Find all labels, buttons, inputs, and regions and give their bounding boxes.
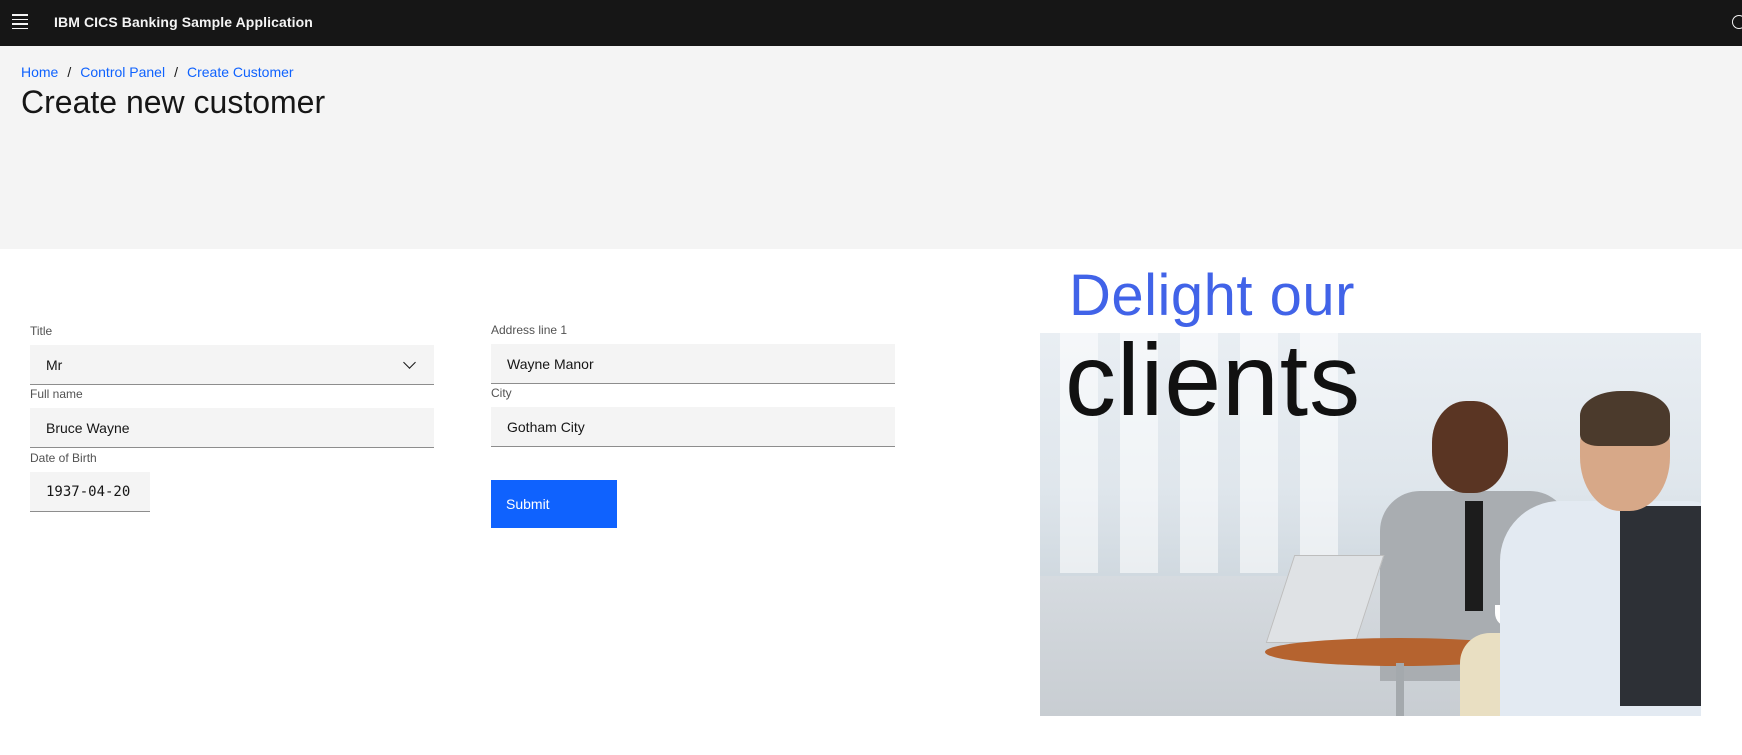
date-of-birth-input[interactable]: 1937-04-20	[30, 472, 150, 512]
address-line-1-field: Address line 1 Wayne Manor	[491, 323, 895, 384]
date-of-birth-label: Date of Birth	[30, 451, 97, 465]
breadcrumb-control-panel[interactable]: Control Panel	[80, 64, 165, 80]
title-select-value: Mr	[46, 356, 63, 373]
breadcrumb: Home / Control Panel / Create Customer	[21, 64, 294, 80]
address-line-1-label: Address line 1	[491, 323, 568, 337]
breadcrumb-home[interactable]: Home	[21, 64, 58, 80]
chevron-down-icon	[403, 356, 416, 369]
top-header: IBM CICS Banking Sample Application	[0, 0, 1742, 46]
full-name-input[interactable]: Bruce Wayne	[30, 408, 434, 448]
page-banner: Home / Control Panel / Create Customer C…	[0, 46, 1742, 249]
full-name-label: Full name	[30, 387, 83, 401]
breadcrumb-separator: /	[67, 64, 72, 80]
city-field: City Gotham City	[491, 386, 895, 447]
title-field: Title Mr	[30, 324, 434, 385]
hamburger-menu-icon[interactable]	[12, 14, 30, 32]
city-label: City	[491, 386, 512, 400]
submit-button[interactable]: Submit	[491, 480, 617, 528]
breadcrumb-separator: /	[174, 64, 178, 80]
hero-heading-line-1: Delight our	[1069, 263, 1355, 328]
app-title[interactable]: IBM CICS Banking Sample Application	[54, 14, 313, 30]
search-icon[interactable]	[1732, 15, 1742, 29]
address-line-1-input[interactable]: Wayne Manor	[491, 344, 895, 384]
full-name-field: Full name Bruce Wayne	[30, 387, 434, 448]
title-select[interactable]: Mr	[30, 345, 434, 385]
city-input[interactable]: Gotham City	[491, 407, 895, 447]
title-label: Title	[30, 324, 53, 338]
date-of-birth-field: Date of Birth 1937-04-20	[30, 451, 150, 512]
hero-heading-line-2: clients	[1065, 323, 1362, 437]
breadcrumb-create-customer[interactable]: Create Customer	[187, 64, 294, 80]
page-title: Create new customer	[21, 84, 326, 120]
